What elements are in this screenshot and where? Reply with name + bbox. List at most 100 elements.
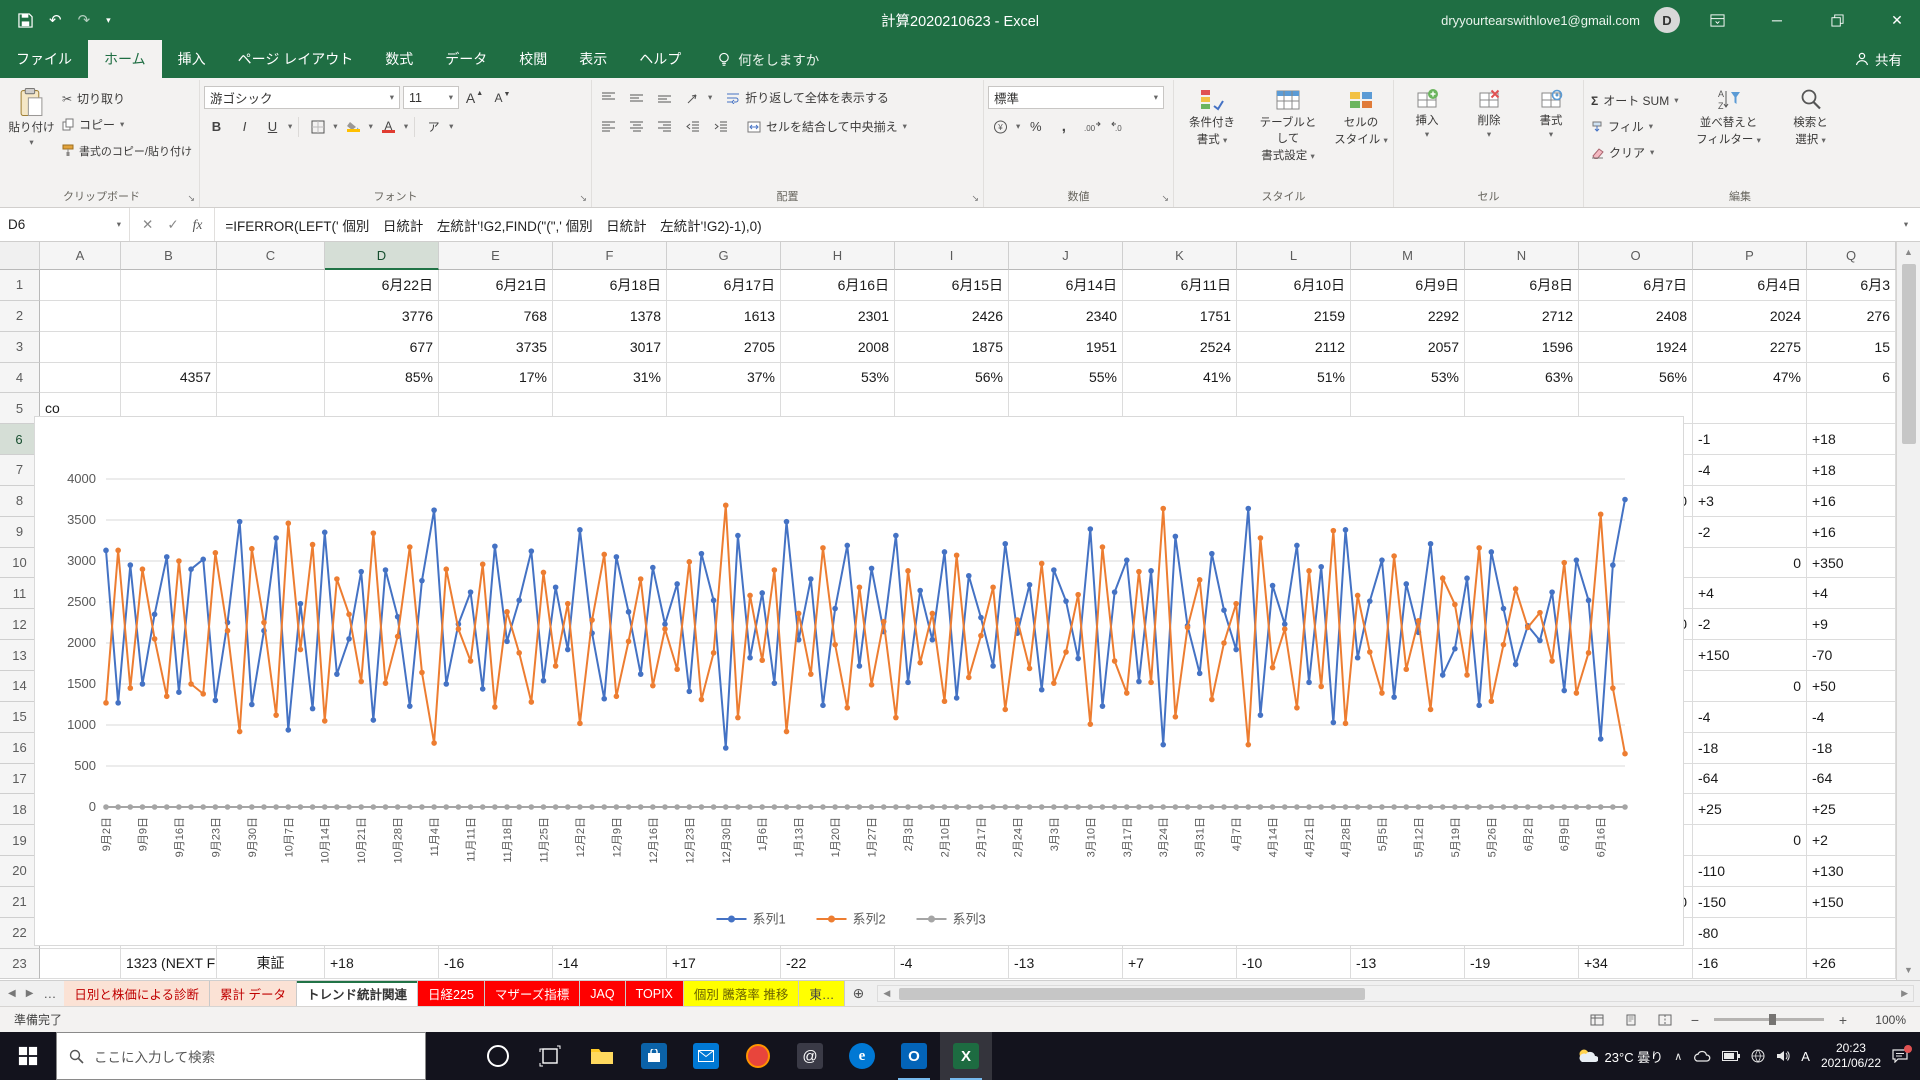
qat-customize-icon[interactable]: ▾ [106,15,111,26]
cell-B23[interactable]: 1323 (NEXT FU [121,949,217,980]
cell-I1[interactable]: 6月15日 [895,270,1009,301]
fill-color-button[interactable] [341,115,366,138]
copy-button[interactable]: コピー▾ [59,114,195,135]
taskbar-clock[interactable]: 20:23 2021/06/22 [1821,1041,1881,1071]
start-button[interactable] [0,1032,56,1080]
cell-Q6[interactable]: +18 [1807,424,1896,455]
sort-filter-button[interactable]: AZ 並べ替えと フィルター ▾ [1686,82,1772,187]
battery-icon[interactable] [1722,1051,1740,1061]
cell-P5[interactable] [1693,393,1807,424]
cell-F3[interactable]: 3017 [553,332,667,363]
sheet-tab-TOPIX[interactable]: TOPIX [626,981,684,1006]
cell-J3[interactable]: 1951 [1009,332,1123,363]
cell-P14[interactable]: 0 [1693,671,1807,702]
cell-Q9[interactable]: +16 [1807,517,1896,548]
format-as-table-button[interactable]: テーブルとして 書式設定 ▾ [1250,82,1326,187]
cell-O23[interactable]: +34 [1579,949,1693,980]
column-header-F[interactable]: F [553,242,667,270]
find-select-button[interactable]: 検索と 選択 ▾ [1776,82,1846,187]
cell-E3[interactable]: 3735 [439,332,553,363]
vertical-scroll-thumb[interactable] [1902,264,1916,444]
cell-P10[interactable]: 0 [1693,548,1807,579]
cell-Q15[interactable]: -4 [1807,702,1896,733]
cell-C2[interactable] [217,301,325,332]
cell-Q22[interactable] [1807,918,1896,949]
cell-I2[interactable]: 2426 [895,301,1009,332]
mail-app-button[interactable]: @ [784,1032,836,1080]
column-header-E[interactable]: E [439,242,553,270]
row-header-1[interactable]: 1 [0,270,40,301]
cell-B3[interactable] [121,332,217,363]
cell-Q2[interactable]: 276 [1807,301,1896,332]
row-header-2[interactable]: 2 [0,301,40,332]
cell-O1[interactable]: 6月7日 [1579,270,1693,301]
cell-Q11[interactable]: +4 [1807,578,1896,609]
name-box[interactable]: D6 ▾ [0,208,130,241]
taskbar-weather[interactable]: 23°C 曇り [1576,1047,1664,1066]
borders-button[interactable] [305,115,330,138]
cell-M2[interactable]: 2292 [1351,301,1465,332]
cell-B1[interactable] [121,270,217,301]
column-header-A[interactable]: A [40,242,121,270]
align-top-button[interactable] [596,86,621,109]
cell-C23[interactable]: 東証 [217,949,325,980]
cell-P4[interactable]: 47% [1693,363,1807,394]
taskbar-search[interactable]: ここに入力して検索 [56,1032,426,1080]
cell-L3[interactable]: 2112 [1237,332,1351,363]
hidden-icons-chevron[interactable]: ∧ [1674,1050,1682,1063]
cell-Q8[interactable]: +16 [1807,486,1896,517]
cell-H3[interactable]: 2008 [781,332,895,363]
cell-L2[interactable]: 2159 [1237,301,1351,332]
column-header-M[interactable]: M [1351,242,1465,270]
embedded-chart[interactable]: 050010001500200025003000350040009月2日9月9日… [34,416,1684,946]
cell-I4[interactable]: 56% [895,363,1009,394]
cell-P12[interactable]: -2 [1693,609,1807,640]
zoom-in-button[interactable]: + [1836,1012,1850,1028]
account-email[interactable]: dryyourtearswithlove1@gmail.com [1441,13,1640,28]
percent-button[interactable]: % [1023,115,1048,138]
sheet-overflow-button[interactable]: … [43,986,56,1001]
cell-P20[interactable]: -110 [1693,856,1807,887]
confirm-entry-icon[interactable]: ✓ [167,217,178,233]
cell-P17[interactable]: -64 [1693,764,1807,795]
cell-G2[interactable]: 1613 [667,301,781,332]
align-bottom-button[interactable] [652,86,677,109]
cell-G3[interactable]: 2705 [667,332,781,363]
font-name-select[interactable]: 游ゴシック▾ [204,86,400,109]
column-header-C[interactable]: C [217,242,325,270]
cell-H4[interactable]: 53% [781,363,895,394]
insert-cells-button[interactable]: 挿入 ▾ [1398,82,1456,187]
share-button[interactable]: 共有 [1837,40,1920,78]
cell-H1[interactable]: 6月16日 [781,270,895,301]
cell-P9[interactable]: -2 [1693,517,1807,548]
file-explorer-button[interactable] [576,1032,628,1080]
cell-F4[interactable]: 31% [553,363,667,394]
cell-P8[interactable]: +3 [1693,486,1807,517]
cell-K1[interactable]: 6月11日 [1123,270,1237,301]
insert-function-icon[interactable]: fx [193,217,203,233]
fill-color-caret-icon[interactable]: ▾ [369,121,373,132]
zoom-slider[interactable] [1714,1018,1824,1021]
cell-P22[interactable]: -80 [1693,918,1807,949]
select-all-corner[interactable] [0,242,40,270]
cell-J23[interactable]: -13 [1009,949,1123,980]
action-center-icon[interactable] [1892,1049,1908,1063]
merge-center-button[interactable]: セルを結合して中央揃え ▾ [744,116,910,137]
cell-F1[interactable]: 6月18日 [553,270,667,301]
cell-Q4[interactable]: 6 [1807,363,1896,394]
cell-Q5[interactable] [1807,393,1896,424]
row-header-3[interactable]: 3 [0,332,40,363]
cell-K4[interactable]: 41% [1123,363,1237,394]
cell-Q19[interactable]: +2 [1807,825,1896,856]
align-center-button[interactable] [624,115,649,138]
decrease-indent-button[interactable] [680,115,705,138]
cell-P3[interactable]: 2275 [1693,332,1807,363]
cell-Q10[interactable]: +350 [1807,548,1896,579]
cell-G23[interactable]: +17 [667,949,781,980]
ribbon-display-options-icon[interactable] [1694,0,1740,40]
cell-A4[interactable] [40,363,121,394]
italic-button[interactable]: I [232,115,257,138]
sheet-tab-個別 騰落率 推移[interactable]: 個別 騰落率 推移 [684,981,799,1006]
currency-caret-icon[interactable]: ▾ [1016,121,1020,132]
wrap-text-button[interactable]: 折り返して全体を表示する [723,87,892,108]
